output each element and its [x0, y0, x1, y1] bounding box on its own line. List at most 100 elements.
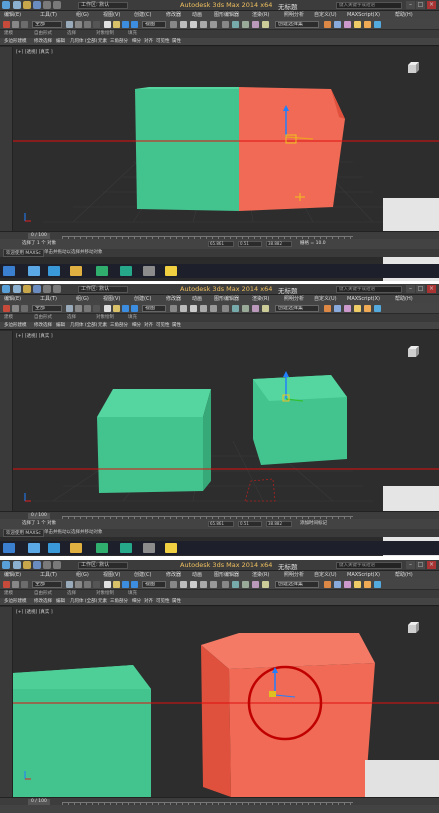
move-icon[interactable] — [104, 305, 111, 312]
ribbon-tab[interactable]: 建模 — [4, 314, 13, 322]
pivot-icon[interactable] — [170, 305, 177, 312]
redo-icon[interactable] — [53, 561, 61, 569]
ribbon-tool[interactable]: 元素 — [98, 322, 107, 330]
y-coord-field[interactable]: 0.51 — [238, 241, 262, 247]
edit-named-icon[interactable] — [222, 305, 229, 312]
perspective-viewport[interactable]: [+] [透视] [真实 ] — [12, 331, 439, 511]
angle-snap-icon[interactable] — [190, 305, 197, 312]
menu-item[interactable]: 组(G) — [76, 571, 89, 579]
ribbon-tool[interactable]: 细分 — [132, 322, 141, 330]
folder-icon[interactable] — [70, 266, 82, 276]
render-icon[interactable] — [364, 581, 371, 588]
menu-item[interactable]: MAXScript(X) — [347, 295, 380, 303]
menu-item[interactable]: 帮助(H) — [395, 11, 413, 19]
folder-icon[interactable] — [70, 543, 82, 553]
edit-named-icon[interactable] — [222, 21, 229, 28]
menu-item[interactable]: 编辑(E) — [4, 11, 21, 19]
select-by-name-icon[interactable] — [75, 21, 82, 28]
ribbon-icon[interactable] — [262, 21, 269, 28]
menu-item[interactable]: 修改器 — [166, 571, 181, 579]
menu-item[interactable]: 工具(T) — [40, 11, 57, 19]
ie-icon[interactable] — [48, 543, 60, 553]
curve-editor-icon[interactable] — [324, 305, 331, 312]
menu-item[interactable]: 照明分析 — [284, 11, 304, 19]
percent-snap-icon[interactable] — [200, 21, 207, 28]
3dsmax-icon[interactable] — [96, 266, 108, 276]
menu-item[interactable]: 动画 — [192, 571, 202, 579]
ribbon-tool[interactable]: 修改选择 — [34, 322, 52, 330]
minimize-icon[interactable]: – — [406, 285, 415, 293]
workspace-dropdown[interactable]: 工作区: 默认 — [78, 286, 128, 293]
bind-icon[interactable] — [21, 305, 28, 312]
crossing-icon[interactable] — [93, 581, 100, 588]
region-icon[interactable] — [84, 21, 91, 28]
mirror-icon[interactable] — [232, 21, 239, 28]
menu-item[interactable]: 修改器 — [166, 295, 181, 303]
ribbon-tab[interactable]: 建模 — [4, 30, 13, 38]
menu-item[interactable]: 图形编辑器 — [214, 571, 239, 579]
layer-icon[interactable] — [252, 21, 259, 28]
link-icon[interactable] — [3, 581, 10, 588]
minimize-icon[interactable]: – — [406, 1, 415, 9]
ribbon-tool[interactable]: 三角剖分 — [110, 598, 128, 606]
workspace-dropdown[interactable]: 工作区: 默认 — [78, 2, 128, 9]
y-coord-field[interactable]: 0.51 — [238, 521, 262, 527]
ribbon-tool[interactable]: 修改选择 — [34, 38, 52, 46]
3dsmax-window-icon[interactable] — [120, 543, 132, 553]
move-icon[interactable] — [104, 581, 111, 588]
new-icon[interactable] — [13, 285, 21, 293]
selection-set-select[interactable]: 创建选择集 — [275, 581, 319, 588]
music-icon[interactable] — [143, 266, 155, 276]
menu-item[interactable]: 照明分析 — [284, 295, 304, 303]
time-slider[interactable]: 0 / 100 — [0, 231, 439, 239]
ribbon-icon[interactable] — [262, 305, 269, 312]
undo-icon[interactable] — [43, 561, 51, 569]
view-select[interactable]: 视图 — [142, 21, 166, 28]
new-icon[interactable] — [13, 561, 21, 569]
rotate-icon[interactable] — [113, 21, 120, 28]
select-and-place-icon[interactable] — [131, 21, 138, 28]
curve-editor-icon[interactable] — [324, 581, 331, 588]
open-icon[interactable] — [23, 561, 31, 569]
x-coord-field[interactable]: 65.861 — [208, 521, 234, 527]
menu-item[interactable]: 渲染(R) — [252, 295, 269, 303]
menu-item[interactable]: 自定义(U) — [314, 571, 337, 579]
maxscript-listener[interactable]: 欢迎使用 MAXSc — [3, 529, 44, 537]
align-icon[interactable] — [242, 581, 249, 588]
filter-select[interactable]: 全部 — [32, 581, 62, 588]
spinner-snap-icon[interactable] — [210, 581, 217, 588]
ribbon-tool[interactable]: 编辑 — [56, 38, 65, 46]
z-coord-field[interactable]: 38.882 — [266, 521, 292, 527]
menu-item[interactable]: 创建(C) — [134, 295, 151, 303]
ribbon-tab[interactable]: 自由形式 — [34, 314, 52, 322]
minimize-icon[interactable]: – — [406, 561, 415, 569]
scale-icon[interactable] — [122, 21, 129, 28]
undo-icon[interactable] — [43, 285, 51, 293]
ribbon-tool[interactable]: 编辑 — [56, 322, 65, 330]
maxscript-listener[interactable]: 欢迎使用 MAXSc — [3, 249, 44, 257]
ribbon-tab[interactable]: 填充 — [128, 314, 137, 322]
pivot-icon[interactable] — [170, 581, 177, 588]
menu-item[interactable]: MAXScript(X) — [347, 571, 380, 579]
filter-select[interactable]: 全部 — [32, 21, 62, 28]
select-icon[interactable] — [66, 21, 73, 28]
menu-item[interactable]: 编辑(E) — [4, 295, 21, 303]
home-icon[interactable] — [28, 266, 40, 276]
pivot-icon[interactable] — [170, 21, 177, 28]
snap-icon[interactable] — [180, 305, 187, 312]
ribbon-tab[interactable]: 选择 — [67, 314, 76, 322]
app-icon[interactable] — [2, 1, 10, 9]
ribbon-tool[interactable]: 细分 — [132, 38, 141, 46]
ribbon-tool[interactable]: 对齐 — [144, 322, 153, 330]
render-icon[interactable] — [364, 305, 371, 312]
bind-icon[interactable] — [21, 581, 28, 588]
curve-editor-icon[interactable] — [324, 21, 331, 28]
ribbon-tool[interactable]: 可见性 — [156, 598, 170, 606]
ribbon-tab[interactable]: 对象绘制 — [96, 590, 114, 598]
chat-icon[interactable] — [165, 266, 177, 276]
viewcube-icon[interactable] — [405, 621, 421, 635]
ribbon-tool[interactable]: 细分 — [132, 598, 141, 606]
ribbon-tool[interactable]: 属性 — [172, 322, 181, 330]
save-icon[interactable] — [33, 1, 41, 9]
render-setup-icon[interactable] — [354, 305, 361, 312]
